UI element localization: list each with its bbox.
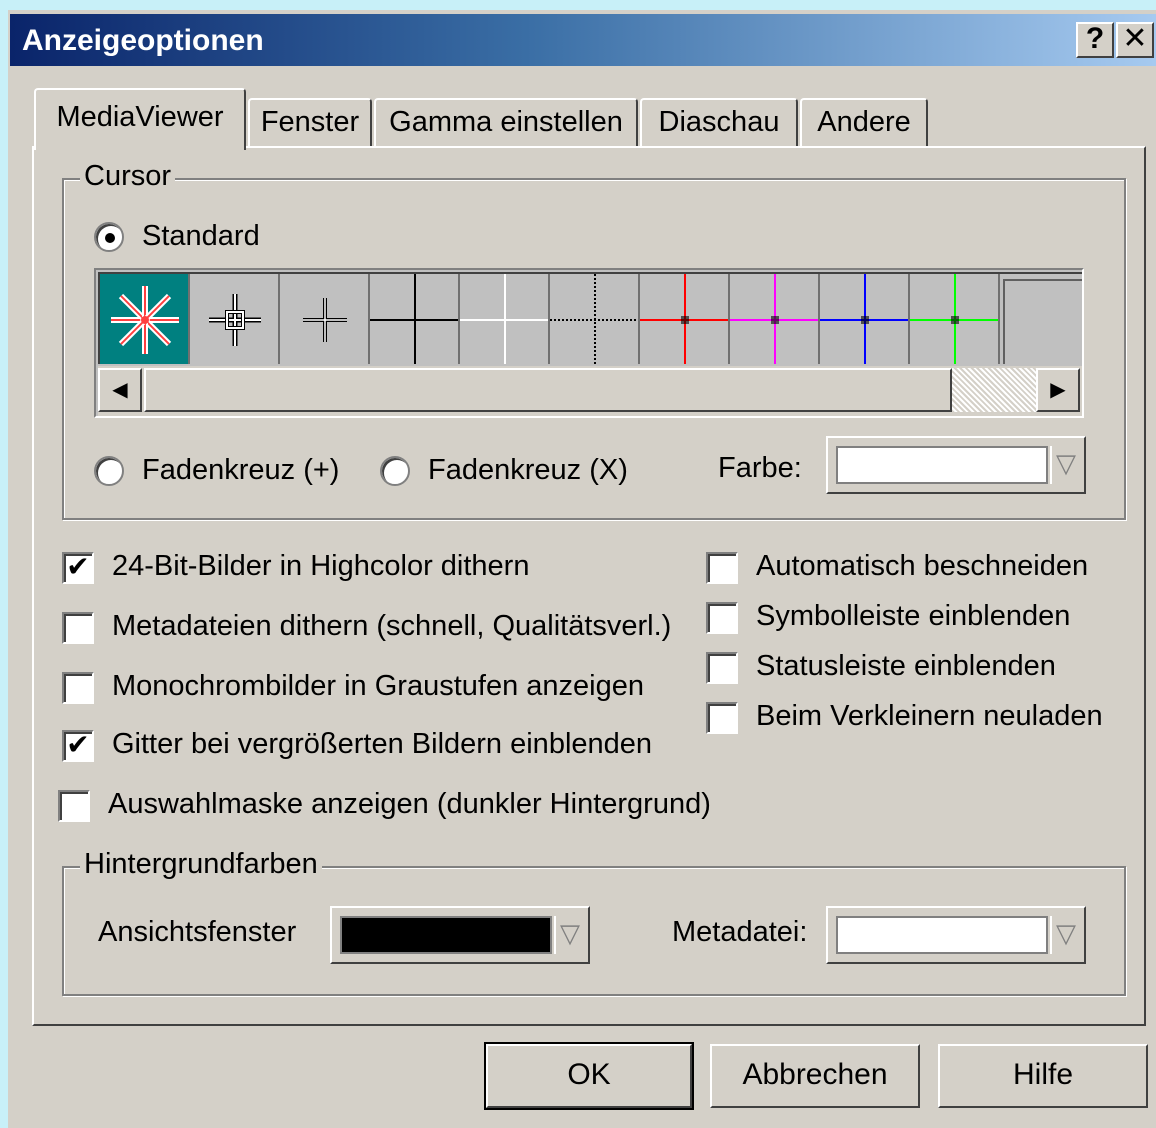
option-label: Metadateien dithern (schnell, Qualitätsv… [112, 610, 672, 642]
dropdown-arrow-icon: ▽ [1050, 446, 1080, 484]
metafile-color-picker[interactable]: ▽ [826, 906, 1086, 964]
option-label: Beim Verkleinern neuladen [756, 700, 1103, 732]
option-show-toolbar[interactable]: Symbolleiste einblenden [706, 598, 1126, 638]
scroll-track[interactable] [952, 368, 1036, 412]
help-dialog-button[interactable]: Hilfe [938, 1044, 1148, 1108]
close-button[interactable]: ✕ [1116, 22, 1154, 58]
window-frame-top [0, 0, 1156, 10]
dotted-crosshair-icon[interactable] [550, 274, 640, 364]
small-crosshair-cursor-icon[interactable] [280, 274, 370, 364]
option-reload-on-shrink[interactable]: Beim Verkleinern neuladen [706, 698, 1126, 738]
option-auto-crop[interactable]: Automatisch beschneiden [706, 548, 1126, 588]
scroll-right-button[interactable]: ▶ [1036, 368, 1080, 412]
tab-diaschau[interactable]: Diaschau [640, 98, 798, 148]
metafile-label: Metadatei: [672, 916, 808, 948]
standard-radio-option[interactable]: Standard [94, 220, 294, 256]
black-crosshair-icon[interactable] [370, 274, 460, 364]
color-label: Farbe: [718, 452, 802, 484]
tab-andere[interactable]: Andere [800, 98, 928, 148]
crosshair-box-cursor-icon[interactable] [190, 274, 280, 364]
crosshair-plus-radio[interactable] [94, 456, 124, 486]
tab-mediaviewer[interactable]: MediaViewer [34, 88, 246, 150]
help-button[interactable]: ? [1076, 22, 1114, 58]
option-checkbox[interactable]: ✔ [62, 730, 94, 762]
blue-crosshair-icon[interactable] [820, 274, 910, 364]
tab-gamma-einstellen[interactable]: Gamma einstellen [374, 98, 638, 148]
cursor-style-strip [98, 272, 1082, 364]
cursor-scrollbar[interactable]: ◀ ▶ [98, 366, 1082, 416]
box-cursor-icon[interactable] [1000, 274, 1082, 364]
title-bar[interactable]: Anzeigeoptionen ? ✕ [10, 14, 1156, 66]
red-crosshair-icon[interactable] [640, 274, 730, 364]
option-label: Symbolleiste einblenden [756, 600, 1071, 632]
standard-radio[interactable] [94, 222, 124, 252]
option-24bit-dither[interactable]: ✔ 24-Bit-Bilder in Highcolor dithern [62, 548, 682, 588]
dropdown-arrow-icon: ▽ [554, 916, 584, 954]
cursor-color-picker[interactable]: ▽ [826, 436, 1086, 494]
crosshair-x-label: Fadenkreuz (X) [428, 454, 628, 486]
star-cursor-icon[interactable] [100, 274, 190, 364]
view-window-color-picker[interactable]: ▽ [330, 906, 590, 964]
cursor-group-legend: Cursor [80, 160, 176, 193]
option-checkbox[interactable] [706, 552, 738, 584]
scroll-left-button[interactable]: ◀ [98, 368, 142, 412]
option-checkbox[interactable]: ✔ [62, 552, 94, 584]
crosshair-plus-option[interactable]: Fadenkreuz (+) [94, 452, 354, 492]
option-metafile-dither[interactable]: Metadateien dithern (schnell, Qualitätsv… [62, 608, 692, 648]
close-icon: ✕ [1122, 22, 1148, 55]
window-frame-left [0, 0, 8, 1128]
option-monochrome-grayscale[interactable]: Monochrombilder in Graustufen anzeigen [62, 668, 682, 708]
option-label: Auswahlmaske anzeigen (dunkler Hintergru… [108, 788, 711, 820]
magenta-crosshair-icon[interactable] [730, 274, 820, 364]
view-window-color-swatch [340, 916, 552, 954]
option-show-statusbar[interactable]: Statusleiste einblenden [706, 648, 1126, 688]
option-checkbox[interactable] [706, 702, 738, 734]
dropdown-arrow-icon: ▽ [1050, 916, 1080, 954]
background-colors-legend: Hintergrundfarben [80, 848, 322, 881]
standard-label: Standard [142, 220, 260, 252]
ok-button[interactable]: OK [484, 1042, 694, 1110]
crosshair-x-radio[interactable] [380, 456, 410, 486]
option-checkbox[interactable] [62, 612, 94, 644]
tab-label: MediaViewer [56, 101, 224, 133]
arrow-left-icon: ◀ [112, 379, 128, 401]
option-label: 24-Bit-Bilder in Highcolor dithern [112, 550, 530, 582]
window-title: Anzeigeoptionen [22, 24, 264, 57]
tab-fenster[interactable]: Fenster [248, 98, 372, 148]
option-checkbox[interactable] [58, 790, 90, 822]
option-label: Monochrombilder in Graustufen anzeigen [112, 670, 644, 702]
option-checkbox[interactable] [706, 652, 738, 684]
green-crosshair-icon[interactable] [910, 274, 1000, 364]
arrow-right-icon: ▶ [1050, 379, 1066, 401]
scroll-thumb[interactable] [144, 368, 952, 412]
option-checkbox[interactable] [62, 672, 94, 704]
metafile-color-swatch [836, 916, 1048, 954]
cursor-styles-svg [100, 274, 1082, 364]
option-label: Statusleiste einblenden [756, 650, 1056, 682]
option-selection-mask[interactable]: Auswahlmaske anzeigen (dunkler Hintergru… [58, 786, 738, 826]
tab-label: Diaschau [658, 106, 780, 138]
option-checkbox[interactable] [706, 602, 738, 634]
tab-label: Fenster [260, 106, 360, 138]
option-label: Gitter bei vergrößerten Bildern einblend… [112, 728, 653, 760]
option-grid-zoomed[interactable]: ✔ Gitter bei vergrößerten Bildern einble… [62, 726, 682, 766]
radio-selected-dot [105, 233, 115, 243]
view-window-label: Ansichtsfenster [98, 916, 297, 948]
crosshair-x-option[interactable]: Fadenkreuz (X) [380, 452, 640, 492]
option-label: Automatisch beschneiden [756, 550, 1089, 582]
white-crosshair-icon[interactable] [460, 274, 550, 364]
cursor-color-swatch [836, 446, 1048, 484]
cancel-button[interactable]: Abbrechen [710, 1044, 920, 1108]
tab-label: Gamma einstellen [389, 106, 623, 138]
cursor-style-list[interactable]: ◀ ▶ [94, 268, 1084, 418]
crosshair-plus-label: Fadenkreuz (+) [142, 454, 340, 486]
tab-label: Andere [817, 106, 911, 138]
